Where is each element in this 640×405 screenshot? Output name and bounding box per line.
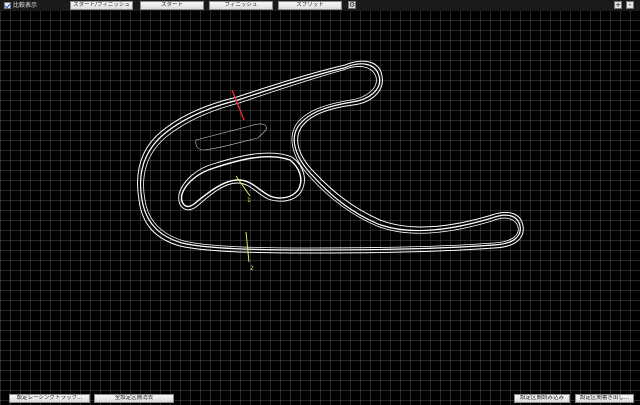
finish-button[interactable]: フィニッシュ (209, 1, 273, 10)
racing-track-button[interactable]: 設定レーシングトラック... (9, 394, 90, 403)
settings-icon-button[interactable]: ⚙ (348, 1, 356, 9)
load-sections-button[interactable]: 設定区間読み込み (514, 394, 570, 403)
track-outline (137, 60, 524, 254)
lap-trace (180, 156, 302, 208)
track-map-canvas[interactable]: 1 2 比較表示 スタート/フィニッシュ スタート フィニッシュ スプリット ⚙… (0, 0, 640, 405)
compare-checkbox[interactable] (4, 2, 11, 9)
zoom-in-button[interactable]: + (614, 1, 622, 9)
pit-lane (195, 123, 267, 151)
compare-label: 比較表示 (13, 2, 38, 9)
split-marker-1-label: 1 (247, 197, 251, 204)
start-finish-button[interactable]: スタート/フィニッシュ (70, 1, 133, 10)
gear-icon: ⚙ (349, 1, 356, 9)
start-finish-line[interactable] (231, 89, 245, 121)
track-map[interactable]: 1 2 (0, 0, 640, 405)
lap-trace (137, 60, 524, 254)
lap-trace (143, 66, 519, 249)
save-sections-button[interactable]: 設定区間書き出し... (575, 394, 634, 403)
clear-all-sections-button[interactable]: 全設定区間消去 (94, 394, 174, 403)
split-button[interactable]: スプリット (278, 1, 342, 10)
zoom-out-button[interactable]: - (626, 1, 634, 9)
start-button[interactable]: スタート (140, 1, 204, 10)
split-marker-2-label: 2 (250, 265, 254, 272)
